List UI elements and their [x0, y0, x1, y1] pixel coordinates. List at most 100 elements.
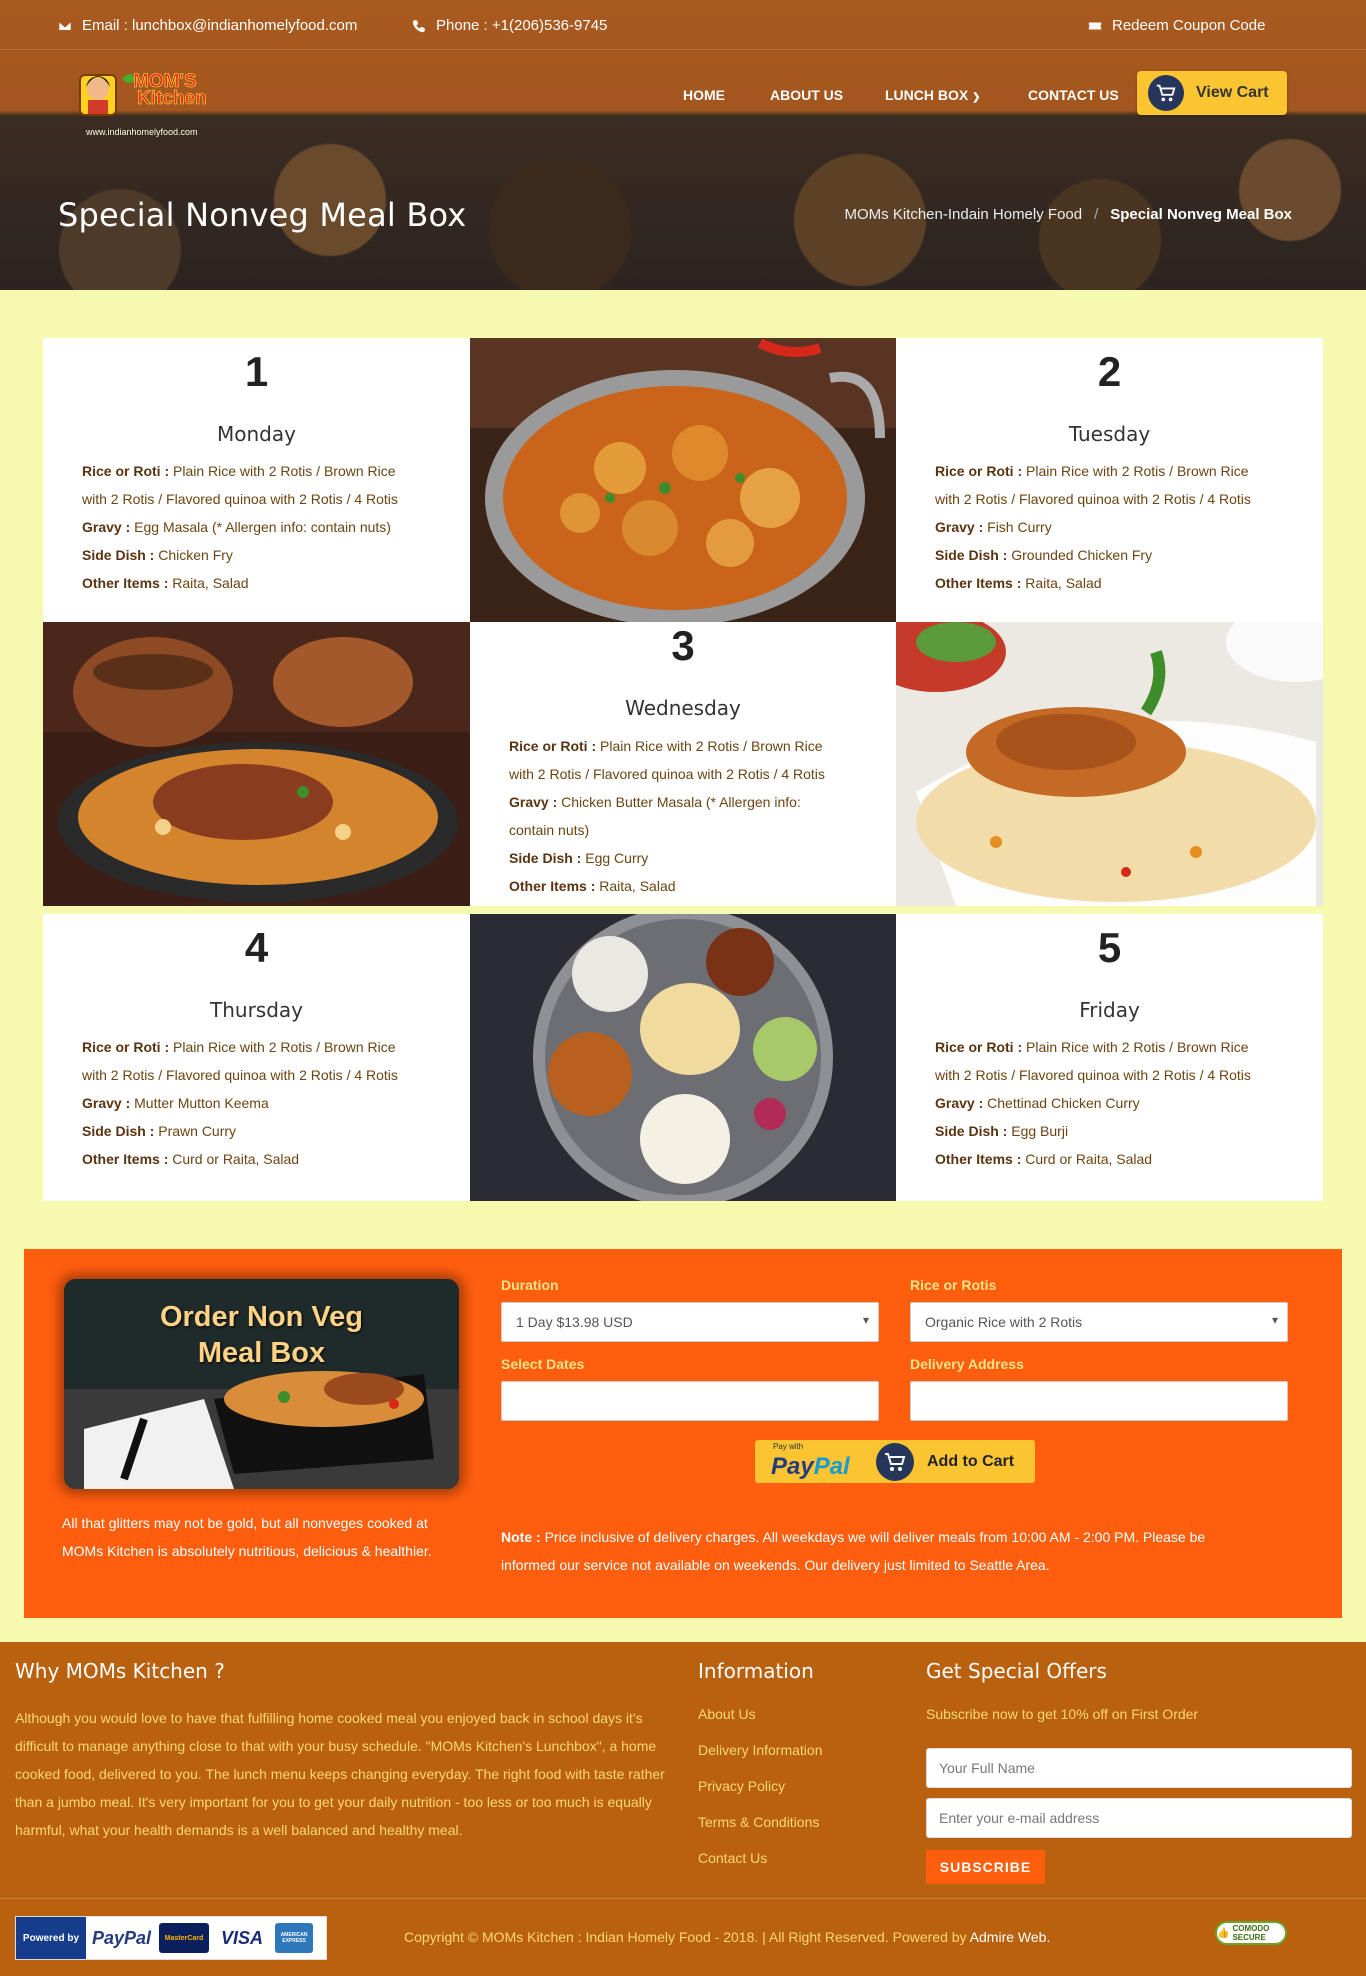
offers-title: Get Special Offers: [926, 1659, 1107, 1683]
side-value: Egg Burji: [1011, 1123, 1069, 1139]
nav-lunchbox-label: LUNCH BOX: [885, 87, 969, 103]
select-dates-input[interactable]: [501, 1381, 879, 1421]
day-number: 2: [1097, 348, 1122, 395]
email-input[interactable]: Enter your e-mail address: [926, 1798, 1352, 1838]
menu-card-friday: 5 Friday Rice or Roti : Plain Rice with …: [896, 914, 1323, 1201]
gravy-label: Gravy :: [935, 519, 984, 535]
day-name: Monday: [217, 422, 296, 446]
gravy-value-cont: contain nuts): [509, 822, 590, 838]
view-cart-label: View Cart: [1196, 84, 1269, 101]
rice-label: Rice or Roti :: [82, 463, 170, 479]
menu-card-monday: 1 Monday Rice or Roti : Plain Rice with …: [43, 338, 470, 622]
rice-value: Plain Rice with 2 Rotis / Brown Rice: [1026, 463, 1249, 479]
day-name: Wednesday: [625, 696, 741, 720]
paypal-logo: PayPal: [92, 1927, 152, 1948]
rice-roti-select[interactable]: Organic Rice with 2 Rotis: [910, 1302, 1288, 1342]
gravy-label: Gravy :: [82, 519, 131, 535]
phone-icon: [412, 19, 426, 32]
gravy-value: Egg Masala (* Allergen info: contain nut…: [134, 519, 391, 535]
full-name-input[interactable]: Your Full Name: [926, 1748, 1352, 1788]
rice-value-cont: with 2 Rotis / Flavored quinoa with 2 Ro…: [509, 766, 825, 782]
gravy-value: Fish Curry: [987, 519, 1052, 535]
nav-lunchbox[interactable]: LUNCH BOX ❯: [885, 87, 981, 103]
email-contact[interactable]: Email : lunchbox@indianhomelyfood.com: [58, 17, 357, 34]
rice-label: Rice or Roti :: [509, 738, 597, 754]
top-bar: Email : lunchbox@indianhomelyfood.com Ph…: [0, 0, 1366, 50]
mom-mascot-icon: [79, 74, 136, 116]
footer-link-about[interactable]: About Us: [698, 1706, 823, 1742]
footer-link-delivery[interactable]: Delivery Information: [698, 1742, 823, 1778]
phone-text: Phone : +1(206)536-9745: [436, 17, 608, 34]
ticket-icon: [1088, 22, 1102, 29]
redeem-coupon-link[interactable]: Redeem Coupon Code: [1088, 17, 1265, 34]
other-label: Other Items :: [509, 878, 596, 894]
day-number: 4: [244, 924, 269, 971]
site-logo[interactable]: MOM'S Kitchen www.indianhomelyfood.com: [78, 61, 248, 137]
side-value: Chicken Fry: [158, 547, 233, 563]
payment-logos: Powered by PayPal MasterCard VISA AMERIC…: [15, 1916, 327, 1960]
footer-link-terms[interactable]: Terms & Conditions: [698, 1814, 823, 1850]
cart-icon: [1148, 75, 1184, 111]
order-promo-title-line1: Order Non Veg: [159, 1301, 364, 1333]
add-to-cart-label: Add to Cart: [927, 1453, 1015, 1470]
rice-label: Rice or Roti :: [935, 1039, 1023, 1055]
side-label: Side Dish :: [82, 547, 155, 563]
rice-value-cont: with 2 Rotis / Flavored quinoa with 2 Ro…: [935, 1067, 1251, 1083]
day-number: 1: [244, 348, 269, 395]
other-value: Raita, Salad: [599, 878, 676, 894]
nav-contact[interactable]: CONTACT US: [1028, 87, 1119, 103]
side-label: Side Dish :: [509, 850, 582, 866]
redeem-coupon-label: Redeem Coupon Code: [1112, 17, 1266, 34]
paypal-logo: PayPal: [771, 1453, 850, 1481]
rice-value: Plain Rice with 2 Rotis / Brown Rice: [1026, 1039, 1249, 1055]
main-navbar: MOM'S Kitchen www.indianhomelyfood.com H…: [0, 51, 1366, 142]
rice-value-cont: with 2 Rotis / Flavored quinoa with 2 Ro…: [82, 491, 398, 507]
breadcrumb-home[interactable]: MOMs Kitchen-Indain Homely Food: [845, 206, 1083, 223]
gravy-label: Gravy :: [509, 794, 558, 810]
copyright-text: Copyright © MOMs Kitchen : Indian Homely…: [404, 1929, 967, 1945]
food-photo-chicken-biryani: [896, 622, 1323, 906]
rice-value-cont: with 2 Rotis / Flavored quinoa with 2 Ro…: [82, 1067, 398, 1083]
side-label: Side Dish :: [935, 547, 1008, 563]
delivery-address-input[interactable]: [910, 1381, 1288, 1421]
side-value: Prawn Curry: [158, 1123, 237, 1139]
comodo-text: COMODO SECURE: [1232, 1924, 1270, 1942]
paypal-add-to-cart-button[interactable]: Pay with PayPal Add to Cart: [755, 1440, 1035, 1483]
select-dates-label: Select Dates: [501, 1356, 585, 1372]
information-links: About Us Delivery Information Privacy Po…: [698, 1706, 823, 1886]
powered-by-label: Powered by: [16, 1917, 86, 1959]
day-name: Friday: [1079, 998, 1140, 1022]
delivery-address-label: Delivery Address: [910, 1356, 1024, 1372]
other-value: Raita, Salad: [172, 575, 249, 591]
logo-brand-line2: Kitchen: [137, 88, 207, 109]
footer-link-privacy[interactable]: Privacy Policy: [698, 1778, 823, 1814]
day-number: 3: [671, 622, 695, 669]
footer-link-contact[interactable]: Contact Us: [698, 1850, 823, 1886]
side-value: Egg Curry: [585, 850, 649, 866]
other-value: Raita, Salad: [1025, 575, 1102, 591]
comodo-secure-badge: 👍 COMODO SECURE: [1215, 1921, 1287, 1945]
phone-contact[interactable]: Phone : +1(206)536-9745: [412, 17, 607, 34]
menu-details: Rice or Roti : Plain Rice with 2 Rotis /…: [509, 732, 866, 900]
side-label: Side Dish :: [82, 1123, 155, 1139]
amex-logo: AMERICAN EXPRESS: [275, 1923, 314, 1953]
mastercard-logo: MasterCard: [159, 1923, 210, 1953]
powered-by-link[interactable]: Admire Web.: [970, 1929, 1051, 1945]
nav-home[interactable]: HOME: [683, 87, 725, 103]
view-cart-button[interactable]: View Cart: [1137, 71, 1287, 115]
rice-label: Rice or Roti :: [82, 1039, 170, 1055]
other-value: Curd or Raita, Salad: [1025, 1151, 1153, 1167]
duration-select[interactable]: 1 Day $13.98 USD: [501, 1302, 879, 1342]
chevron-down-icon: ❯: [972, 92, 981, 103]
food-photo-mutton-biryani: [43, 622, 470, 906]
why-title: Why MOMs Kitchen ?: [15, 1659, 225, 1683]
day-name: Tuesday: [1068, 422, 1151, 446]
rice-value: Plain Rice with 2 Rotis / Brown Rice: [600, 738, 823, 754]
information-title: Information: [698, 1659, 814, 1683]
subscribe-button[interactable]: SUBSCRIBE: [926, 1850, 1045, 1884]
other-label: Other Items :: [82, 1151, 169, 1167]
paypal-logo-pay: Pay: [771, 1453, 814, 1480]
visa-logo: VISA: [221, 1927, 264, 1948]
order-promo-title-line2: Meal Box: [197, 1337, 326, 1369]
nav-about[interactable]: ABOUT US: [770, 87, 843, 103]
